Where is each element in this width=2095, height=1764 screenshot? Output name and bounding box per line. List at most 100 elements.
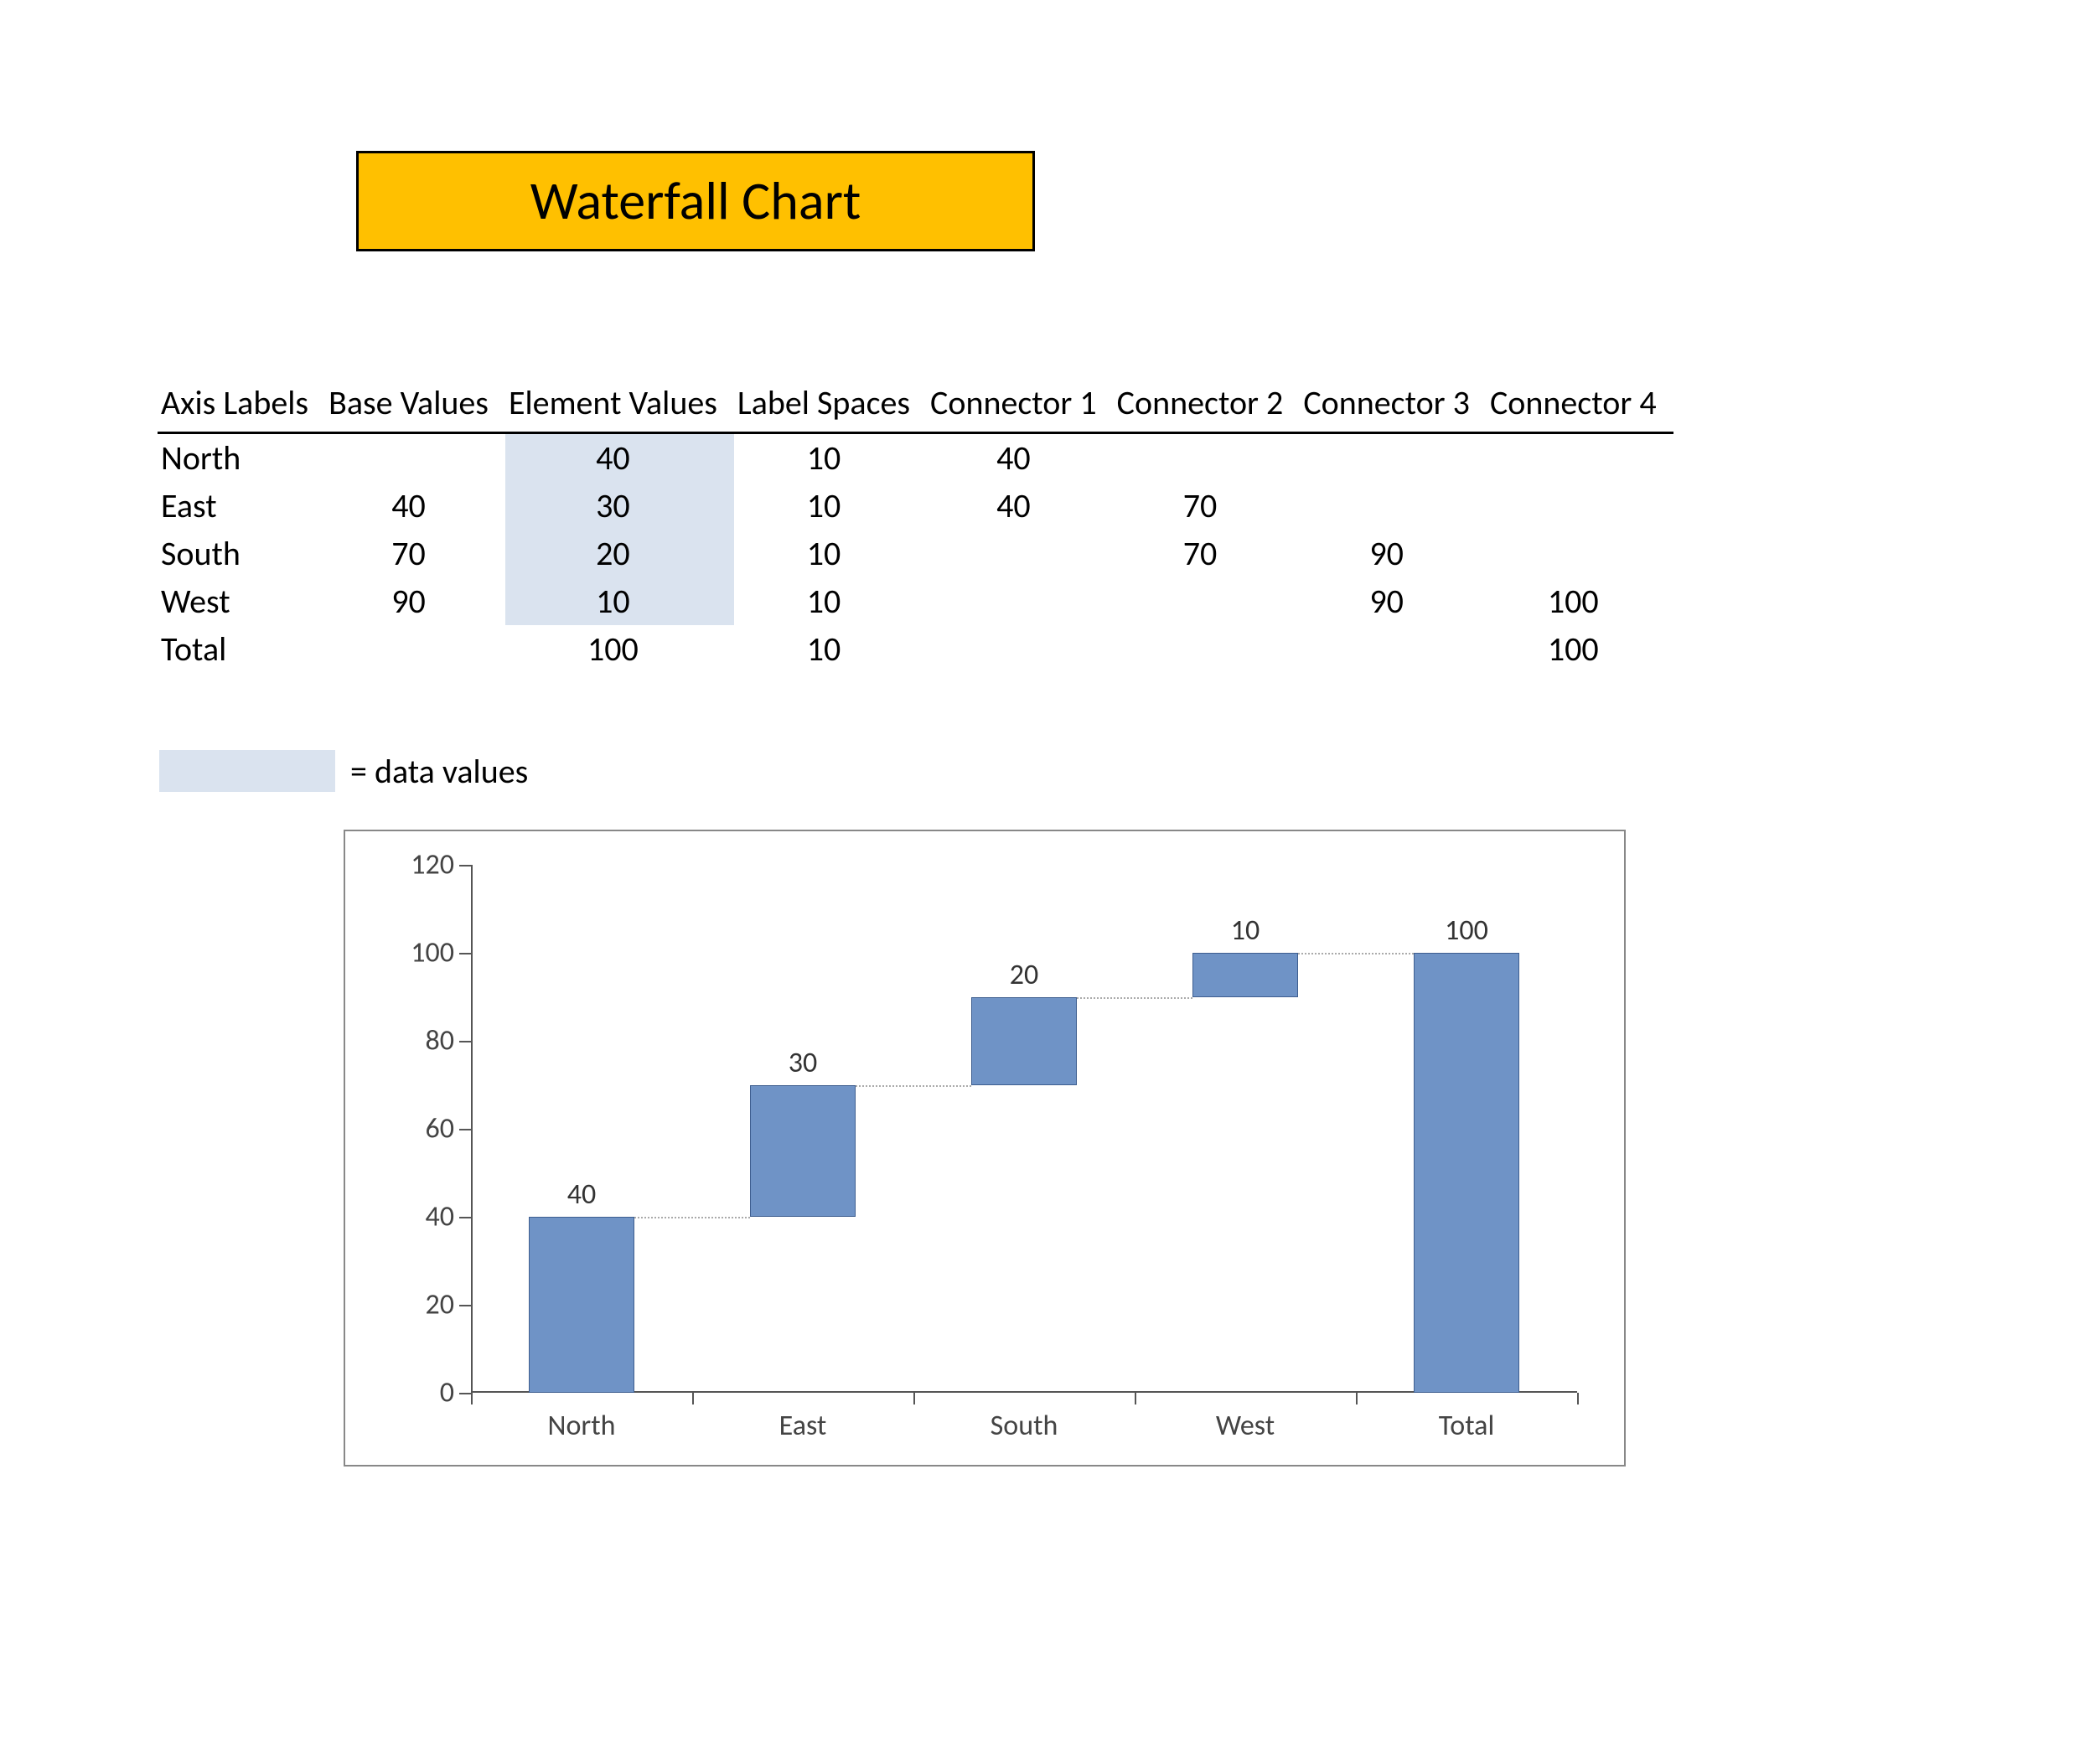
legend: = data values xyxy=(159,750,528,792)
bar xyxy=(971,997,1078,1085)
y-tick-label: 120 xyxy=(396,848,454,882)
waterfall-chart: 0 20 40 60 80 100 120 North East South West Total 40… xyxy=(344,830,1626,1467)
bar-value-label: 20 xyxy=(1010,958,1038,992)
table-cell: North xyxy=(158,433,325,483)
table-cell: 40 xyxy=(927,433,1114,483)
y-tick-label: 60 xyxy=(396,1112,454,1146)
y-tick xyxy=(459,1393,471,1394)
data-table: Axis Labels Base Values Element Values L… xyxy=(158,377,1937,673)
y-tick-label: 80 xyxy=(396,1024,454,1058)
table-cell xyxy=(1114,625,1301,673)
x-tick-label: South xyxy=(991,1409,1058,1443)
table-cell xyxy=(1300,433,1487,483)
table-cell xyxy=(325,625,505,673)
table-cell: East xyxy=(158,482,325,530)
table-cell: 70 xyxy=(1114,482,1301,530)
table-cell: 40 xyxy=(325,482,505,530)
table-row: East4030104070 xyxy=(158,482,1673,530)
x-tick-label: West xyxy=(1216,1409,1275,1443)
bar-value-label: 10 xyxy=(1231,913,1260,948)
table-cell: 70 xyxy=(1114,530,1301,577)
x-tick xyxy=(692,1393,694,1404)
col-header: Connector 2 xyxy=(1114,377,1301,433)
table-cell: 10 xyxy=(734,625,927,673)
y-tick xyxy=(459,1041,471,1042)
connector-line xyxy=(634,1217,749,1218)
y-tick xyxy=(459,1129,471,1130)
x-tick xyxy=(1577,1393,1579,1404)
col-header: Element Values xyxy=(505,377,734,433)
table-cell: West xyxy=(158,577,325,625)
y-tick xyxy=(459,953,471,954)
table-cell xyxy=(325,433,505,483)
table-cell xyxy=(927,625,1114,673)
y-tick xyxy=(459,865,471,866)
table-row: North 401040 xyxy=(158,433,1673,483)
table-cell: 10 xyxy=(734,577,927,625)
table-row: West90101090100 xyxy=(158,577,1673,625)
y-tick xyxy=(459,1305,471,1306)
table-cell: 40 xyxy=(927,482,1114,530)
bar xyxy=(750,1085,856,1218)
table-cell xyxy=(1114,577,1301,625)
legend-label: = data values xyxy=(350,751,528,792)
table-cell xyxy=(927,577,1114,625)
table-cell: 70 xyxy=(325,530,505,577)
bar xyxy=(1414,953,1520,1393)
col-header: Label Spaces xyxy=(734,377,927,433)
col-header: Connector 4 xyxy=(1487,377,1673,433)
connector-line xyxy=(856,1085,970,1087)
y-tick-label: 40 xyxy=(396,1200,454,1234)
table-cell xyxy=(1300,625,1487,673)
table-cell: 20 xyxy=(505,530,734,577)
y-tick-label: 0 xyxy=(396,1376,454,1410)
table-row: South7020107090 xyxy=(158,530,1673,577)
table-cell xyxy=(1487,530,1673,577)
y-tick xyxy=(459,1217,471,1218)
bar-value-label: 100 xyxy=(1445,913,1488,948)
table-cell xyxy=(1487,433,1673,483)
col-header: Axis Labels xyxy=(158,377,325,433)
y-tick-label: 100 xyxy=(396,936,454,970)
table-cell: 90 xyxy=(325,577,505,625)
table-cell: 100 xyxy=(1487,577,1673,625)
connector-line xyxy=(1077,997,1192,999)
y-axis xyxy=(471,865,473,1393)
bar xyxy=(1192,953,1299,997)
table-cell: 10 xyxy=(734,482,927,530)
table-row: Total10010100 xyxy=(158,625,1673,673)
bar-value-label: 40 xyxy=(567,1177,596,1212)
table-cell: 100 xyxy=(505,625,734,673)
table-cell xyxy=(927,530,1114,577)
x-tick xyxy=(471,1393,473,1404)
col-header: Connector 3 xyxy=(1300,377,1487,433)
x-axis xyxy=(471,1391,1577,1393)
x-tick-label: Total xyxy=(1439,1409,1495,1443)
bar-value-label: 30 xyxy=(789,1046,817,1080)
connector-line xyxy=(1298,953,1413,954)
col-header: Connector 1 xyxy=(927,377,1114,433)
legend-swatch xyxy=(159,750,335,792)
table-cell: 40 xyxy=(505,433,734,483)
x-tick xyxy=(1356,1393,1358,1404)
table-cell: 90 xyxy=(1300,530,1487,577)
col-header: Base Values xyxy=(325,377,505,433)
table-cell xyxy=(1114,433,1301,483)
y-tick-label: 20 xyxy=(396,1288,454,1322)
bar xyxy=(529,1217,635,1393)
table-cell: 90 xyxy=(1300,577,1487,625)
x-tick xyxy=(913,1393,915,1404)
table-cell: 10 xyxy=(734,530,927,577)
table-cell: 10 xyxy=(734,433,927,483)
table-cell xyxy=(1487,482,1673,530)
table-cell: 100 xyxy=(1487,625,1673,673)
table-cell: 30 xyxy=(505,482,734,530)
table-cell: South xyxy=(158,530,325,577)
x-tick xyxy=(1135,1393,1136,1404)
table-cell: 10 xyxy=(505,577,734,625)
table-cell: Total xyxy=(158,625,325,673)
page-title: Waterfall Chart xyxy=(356,151,1035,251)
x-tick-label: East xyxy=(779,1409,827,1443)
table-cell xyxy=(1300,482,1487,530)
x-tick-label: North xyxy=(548,1409,616,1443)
